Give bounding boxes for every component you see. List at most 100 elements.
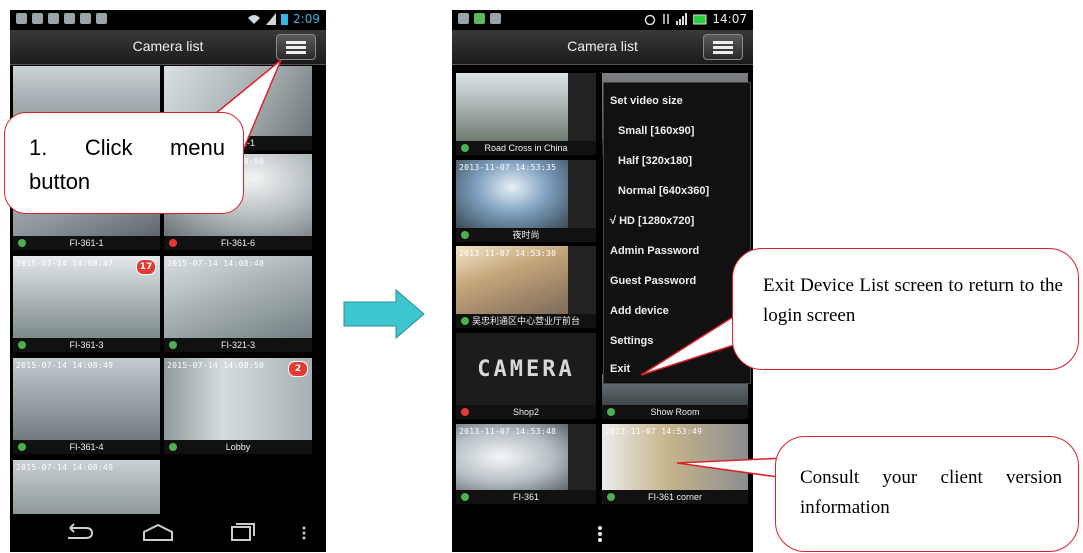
camera-name: FI-361-6 xyxy=(164,236,312,250)
right-phone: 14:07 Camera list Road Cross in China 20… xyxy=(452,10,753,552)
status-clock: 14:07 xyxy=(712,12,747,26)
menu-item-add-device[interactable]: Add device xyxy=(610,305,669,317)
title-bar: Camera list xyxy=(452,30,753,65)
signal-icon xyxy=(676,13,688,25)
status-clock: 2:09 xyxy=(293,12,320,26)
camera-tile[interactable]: 2015-07-14 14:08:47 17 FI-361-3 xyxy=(13,256,160,352)
status-dot xyxy=(169,443,177,451)
callout-text: 1. Click menu button xyxy=(29,135,225,194)
callout-click-menu: 1. Click menu button xyxy=(4,112,244,214)
status-dot xyxy=(461,408,469,416)
menu-item-exit[interactable]: Exit xyxy=(610,363,630,375)
status-dot xyxy=(169,341,177,349)
camera-name: Show Room xyxy=(602,405,748,419)
camera-tile[interactable]: 2013-11-07 14:53:48 FI-361 xyxy=(456,424,596,504)
camera-name: FI-361 xyxy=(456,490,596,504)
camera-timestamp: 2013-11-07 14:53:35 xyxy=(459,163,557,172)
camera-timestamp: 2015-07-14 14:08:49 xyxy=(16,463,114,472)
left-phone: 2:09 Camera list FI-321-1 FI-361-1 2015-… xyxy=(10,10,326,552)
status-bar: 2:09 xyxy=(10,10,326,30)
notification-icon xyxy=(80,13,91,24)
camera-name: FI-361-4 xyxy=(13,440,160,454)
menu-item-settings[interactable]: Settings xyxy=(610,335,653,347)
camera-timestamp: 2013-11-07 14:53:49 xyxy=(605,427,703,436)
menu-header-set-video-size: Set video size xyxy=(610,95,683,107)
notification-icon xyxy=(32,13,43,24)
action-bar-bottom xyxy=(452,516,753,552)
battery-icon xyxy=(281,14,289,25)
camera-tile[interactable]: 2015-07-14 14:08:49 FI-361-4 xyxy=(13,358,160,454)
nav-buttons xyxy=(68,523,306,541)
notification-icon xyxy=(96,13,107,24)
status-dot xyxy=(18,341,26,349)
status-dot xyxy=(18,443,26,451)
camera-tile[interactable]: Road Cross in China xyxy=(456,73,596,155)
menu-icon xyxy=(286,41,306,44)
data-icon xyxy=(663,14,670,24)
menu-icon xyxy=(713,41,733,44)
camera-timestamp: 2015-07-14 14:08:49 xyxy=(16,361,114,370)
camera-name: FI-361 corner xyxy=(602,490,748,504)
event-count-badge: 17 xyxy=(136,259,156,275)
camera-tile[interactable]: 2013-11-07 14:53:49 FI-361 corner xyxy=(602,424,748,504)
callout-text: Exit Device List screen to return to the… xyxy=(763,275,1063,326)
menu-item-hd[interactable]: √ HD [1280x720] xyxy=(610,215,694,227)
camera-logo: CAMERA xyxy=(477,357,575,382)
callout-text: Consult your client version information xyxy=(800,467,1062,518)
menu-item-normal[interactable]: Normal [640x360] xyxy=(618,185,709,197)
wifi-icon xyxy=(248,15,261,24)
callout-consult: Consult your client version information xyxy=(775,436,1079,552)
status-dot xyxy=(607,408,615,416)
camera-timestamp: 2015-07-14 14:08:47 xyxy=(16,259,114,268)
camera-timestamp: 2015-07-14 14:08:48 xyxy=(167,259,265,268)
status-dot xyxy=(461,144,469,152)
status-dot xyxy=(169,239,177,247)
status-dot xyxy=(461,493,469,501)
home-icon[interactable] xyxy=(143,523,173,541)
camera-tile[interactable]: CAMERA Shop2 xyxy=(456,333,596,419)
camera-timestamp: 2013-11-07 14:53:48 xyxy=(459,427,557,436)
camera-name: FI-361-1 xyxy=(13,236,160,250)
menu-item-guest-password[interactable]: Guest Password xyxy=(610,275,696,287)
camera-name: Lobby xyxy=(164,440,312,454)
android-nav-bar xyxy=(10,514,326,552)
notification-icon xyxy=(474,13,485,24)
status-dot xyxy=(607,493,615,501)
menu-button[interactable] xyxy=(276,34,316,60)
event-count-badge: 2 xyxy=(288,361,308,377)
camera-tile[interactable]: 2015-07-14 14:08:48 FI-321-3 xyxy=(164,256,312,352)
mail-icon xyxy=(490,13,501,24)
camera-name: 夜时尚 xyxy=(456,228,596,242)
signal-icon xyxy=(266,13,277,25)
camera-timestamp: 2013-11-07 14:53:30 xyxy=(459,249,557,258)
alarm-icon xyxy=(645,14,656,25)
status-bar: 14:07 xyxy=(452,10,753,30)
notification-icon xyxy=(16,13,27,24)
menu-item-admin-password[interactable]: Admin Password xyxy=(610,245,699,257)
back-icon[interactable] xyxy=(68,523,94,539)
menu-button[interactable] xyxy=(703,34,743,60)
camera-name: 吴忠利通区中心营业厅前台 xyxy=(456,314,596,328)
recent-apps-icon[interactable] xyxy=(231,523,255,541)
battery-icon xyxy=(693,14,707,25)
camera-name: FI-361-3 xyxy=(13,338,160,352)
camera-tile[interactable]: 2013-11-07 14:53:30 吴忠利通区中心营业厅前台 xyxy=(456,246,596,328)
camera-timestamp: 2015-07-14 14:08:50 xyxy=(167,361,265,370)
notification-icon xyxy=(458,13,469,24)
callout-exit: Exit Device List screen to return to the… xyxy=(732,248,1079,370)
camera-tile[interactable]: 2015-07-14 14:08:50 2 Lobby xyxy=(164,358,312,454)
menu-item-half[interactable]: Half [320x180] xyxy=(618,155,692,167)
notification-icon xyxy=(48,13,59,24)
camera-name: Road Cross in China xyxy=(456,141,596,155)
overflow-icon[interactable] xyxy=(452,516,753,552)
camera-name: Shop2 xyxy=(456,405,596,419)
options-menu: Set video size Small [160x90] Half [320x… xyxy=(603,82,751,384)
camera-tile[interactable]: 2015-07-14 14:08:49 xyxy=(13,460,160,514)
menu-item-small[interactable]: Small [160x90] xyxy=(618,125,694,137)
title-bar: Camera list xyxy=(10,30,326,65)
overflow-icon[interactable] xyxy=(302,526,306,540)
status-dot xyxy=(461,317,469,325)
camera-tile[interactable]: 2013-11-07 14:53:35 夜时尚 xyxy=(456,160,596,242)
next-step-arrow xyxy=(343,288,425,340)
status-dot xyxy=(18,239,26,247)
